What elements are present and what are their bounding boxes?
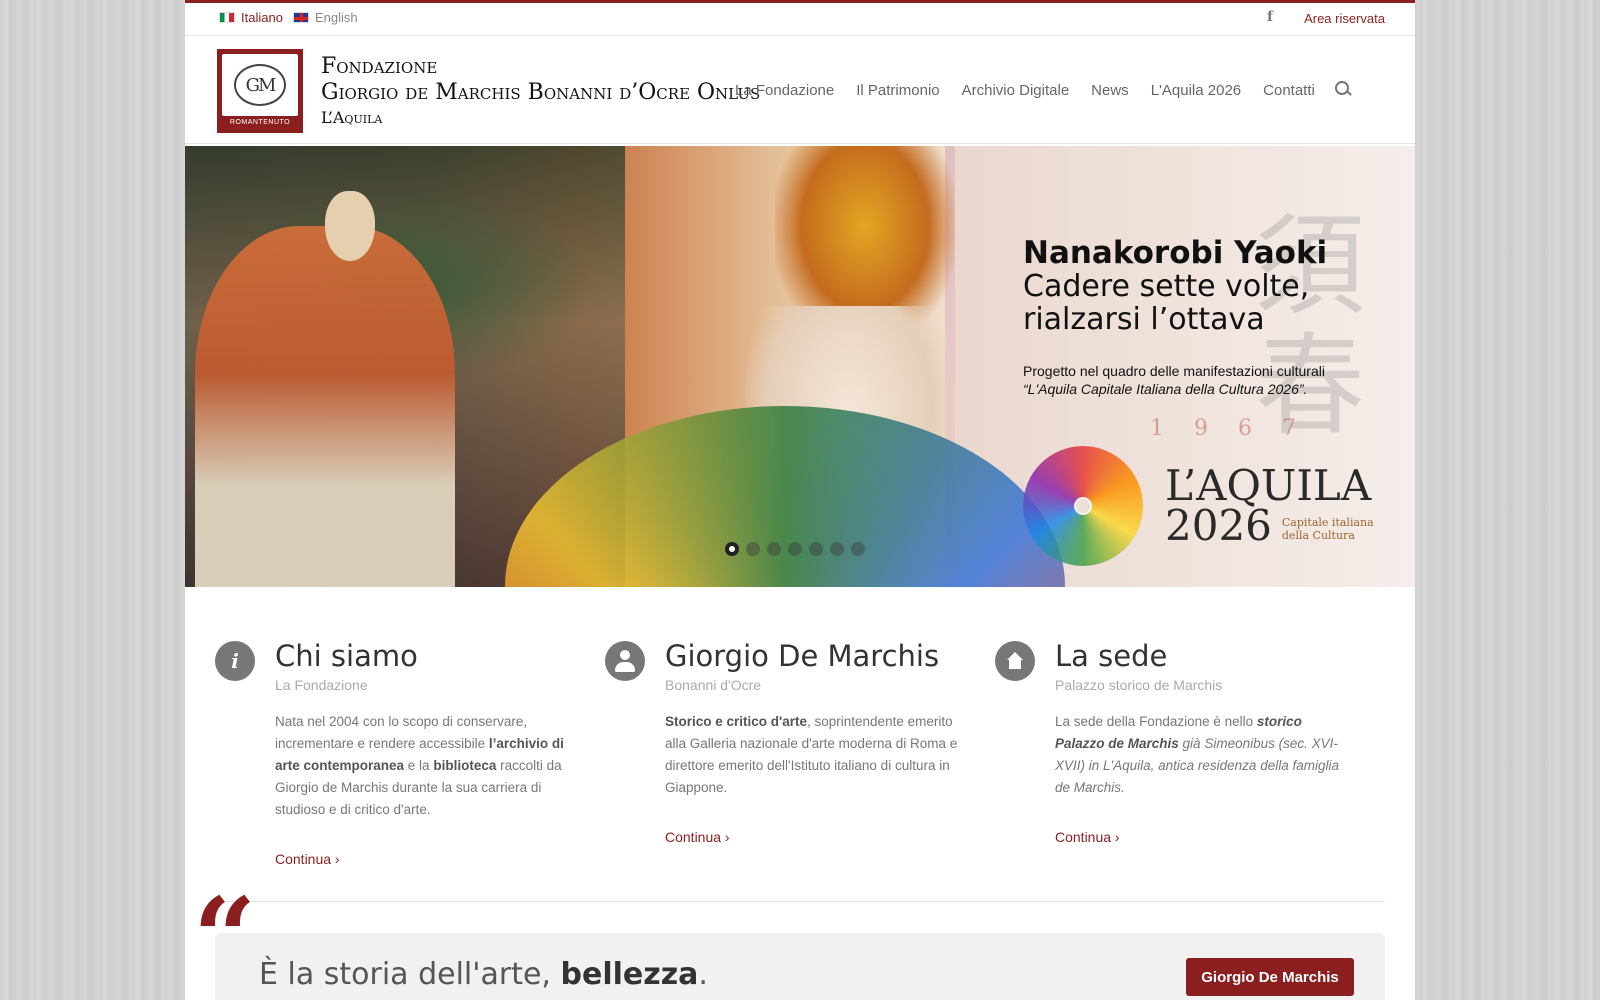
feature-text: Nata nel 2004 con lo scopo di conservare… xyxy=(275,714,564,817)
nav-item-archivio[interactable]: Archivio Digitale xyxy=(962,82,1070,99)
slider-pagination xyxy=(725,542,865,556)
site-title[interactable]: Fondazione Giorgio de Marchis Bonanni d’… xyxy=(321,54,760,130)
home-icon xyxy=(995,641,1035,681)
site-title-line3: L’Aquila xyxy=(321,108,383,127)
feature-giorgio-de-marchis: Giorgio De Marchis Bonanni d'Ocre Storic… xyxy=(605,639,995,867)
giorgio-de-marchis-button[interactable]: Giorgio De Marchis xyxy=(1186,958,1354,996)
nav-item-fondazione[interactable]: La Fondazione xyxy=(735,82,834,99)
nav-item-news[interactable]: News xyxy=(1091,82,1129,99)
search-icon[interactable] xyxy=(1333,79,1353,99)
top-bar: Italiano English f Area riservata xyxy=(185,3,1415,36)
hero-slider[interactable]: 須春 1 9 6 7 Nanakorobi Yaoki Cadere sette… xyxy=(185,146,1415,587)
feature-columns: i Chi siamo La Fondazione Nata nel 2004 … xyxy=(215,639,1385,867)
quote-mark-icon: “ xyxy=(193,873,257,1000)
feature-text: Storico e critico d'arte, soprintendente… xyxy=(665,714,958,795)
slider-dot-1[interactable] xyxy=(725,542,739,556)
year-watermark: 1 9 6 7 xyxy=(1150,416,1296,441)
logo[interactable]: GM ROMANTENUTO xyxy=(217,49,303,133)
slider-dot-6[interactable] xyxy=(830,542,844,556)
page: Italiano English f Area riservata GM ROM… xyxy=(185,0,1415,1000)
noh-dancer-image xyxy=(195,226,455,587)
rosette-icon xyxy=(1023,446,1143,566)
slider-dot-5[interactable] xyxy=(809,542,823,556)
site-title-line1: Fondazione xyxy=(321,54,438,79)
continue-link[interactable]: Continua › xyxy=(1055,829,1385,845)
italian-flag-icon xyxy=(219,12,235,23)
facebook-icon[interactable]: f xyxy=(1267,9,1273,25)
user-icon xyxy=(605,641,645,681)
hero-subtitle-2: rialzarsi l’ottava xyxy=(1023,302,1265,337)
hero-subtitle-1: Cadere sette volte, xyxy=(1023,269,1310,304)
language-english[interactable]: English xyxy=(293,10,358,25)
site-title-line2: Giorgio de Marchis Bonanni d’Ocre Onlus xyxy=(321,80,761,105)
feature-title: Chi siamo xyxy=(275,639,418,673)
header: GM ROMANTENUTO Fondazione Giorgio de Mar… xyxy=(185,36,1415,144)
feature-subtitle: La Fondazione xyxy=(275,677,368,693)
slider-dot-3[interactable] xyxy=(767,542,781,556)
feature-title: Giorgio De Marchis xyxy=(665,639,940,673)
language-italian-label: Italiano xyxy=(241,10,283,25)
nav-item-contatti[interactable]: Contatti xyxy=(1263,82,1315,99)
nav-item-patrimonio[interactable]: Il Patrimonio xyxy=(856,82,939,99)
language-english-label: English xyxy=(315,10,358,25)
hero-caption: Nanakorobi Yaoki Cadere sette volte, ria… xyxy=(1023,236,1327,398)
logo-caption: ROMANTENUTO xyxy=(229,119,291,126)
feature-subtitle: Bonanni d'Ocre xyxy=(665,677,762,693)
main-nav: La Fondazione Il Patrimonio Archivio Dig… xyxy=(735,82,1315,99)
feature-title: La sede xyxy=(1055,639,1168,673)
feature-la-sede: La sede Palazzo storico de Marchis La se… xyxy=(995,639,1385,867)
feature-chi-siamo: i Chi siamo La Fondazione Nata nel 2004 … xyxy=(215,639,605,867)
language-italian[interactable]: Italiano xyxy=(219,10,283,25)
divider xyxy=(215,901,1385,902)
quote-text: È la storia dell'arte, bellezza. xyxy=(259,957,708,992)
slider-dot-4[interactable] xyxy=(788,542,802,556)
continue-link[interactable]: Continua › xyxy=(275,851,605,867)
reserved-area-link[interactable]: Area riservata xyxy=(1304,11,1385,26)
slider-dot-2[interactable] xyxy=(746,542,760,556)
slider-dot-7[interactable] xyxy=(851,542,865,556)
hero-description: Progetto nel quadro delle manifestazioni… xyxy=(1023,363,1325,397)
hero-title: Nanakorobi Yaoki xyxy=(1023,235,1328,271)
laquila-2026-logo: L’AQUILA 2026 Capitale italiana della Cu… xyxy=(1023,446,1374,566)
info-icon: i xyxy=(215,641,255,681)
logo-mark: GM xyxy=(234,64,286,106)
english-flag-icon xyxy=(293,12,309,23)
nav-item-laquila-2026[interactable]: L'Aquila 2026 xyxy=(1151,82,1241,99)
feature-text: La sede della Fondazione è nello storico… xyxy=(1055,714,1339,795)
continue-link[interactable]: Continua › xyxy=(665,829,995,845)
feature-subtitle: Palazzo storico de Marchis xyxy=(1055,677,1223,693)
